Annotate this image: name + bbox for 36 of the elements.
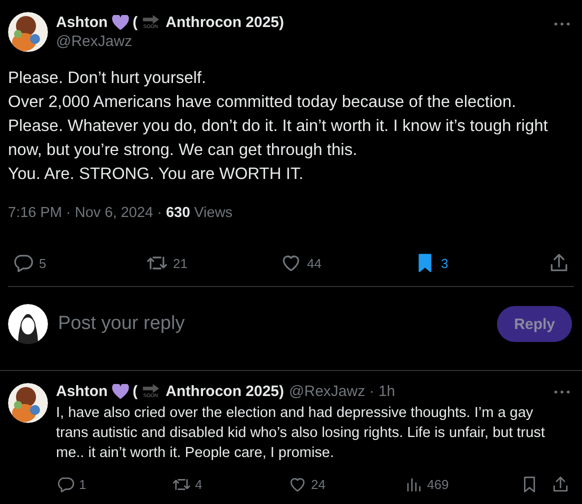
avatar[interactable] [8,383,48,423]
heart-icon [112,15,129,30]
avatar[interactable] [8,12,48,52]
post-time[interactable]: 7:16 PM · Nov 6, 2024 · [8,205,162,221]
post-text: Please. Don’t hurt yourself. [8,68,208,89]
view-count: 630 [166,205,190,221]
post-text: Over 2,000 Americans have committed today because of the election. [8,92,518,113]
author-name[interactable]: Ashton [56,14,108,31]
author-handle[interactable]: @RexJawz [56,33,554,50]
avatar[interactable] [8,304,48,344]
heart-icon [112,384,129,399]
share-icon[interactable] [548,252,570,274]
views-label: Views [194,205,233,221]
post-text: Please. Whatever you do, don’t do it. It ain’t worth it. I know it’s tough right now, but you’re strong. We can get through this. [8,116,549,161]
name-paren: ( [132,383,138,400]
author-name[interactable]: Ashton [56,383,108,400]
action-count: 24 [311,477,326,492]
name-paren: ( [132,14,138,31]
name-suffix: Anthrocon 2025) [166,14,284,31]
speech-bubble-icon[interactable] [56,475,75,494]
action-count: 469 [427,477,449,492]
reply-text: I, have also cried over the election and had depressive thoughts. I’m a gay trans autistic and disabled kid who’s also losing rights. Life is unfair, but trust me.. it ain’t worth it. People care, I promise. [56,404,546,463]
action-count: 21 [173,256,188,270]
action-count: 5 [39,256,46,270]
name-suffix: Anthrocon 2025) [166,383,284,400]
post-text: You. Are. STRONG. You are WORTH IT. [8,164,304,185]
speech-bubble-icon[interactable] [12,252,34,274]
author-handle[interactable]: @RexJawz · 1h [289,383,396,400]
action-count: 44 [307,256,322,270]
action-count: 3 [441,256,448,270]
share-icon[interactable] [551,475,570,494]
action-count: 1 [79,477,86,492]
heart-icon[interactable] [288,475,307,494]
more-icon[interactable] [554,22,570,26]
action-count: 4 [195,477,202,492]
more-icon[interactable] [554,390,570,394]
